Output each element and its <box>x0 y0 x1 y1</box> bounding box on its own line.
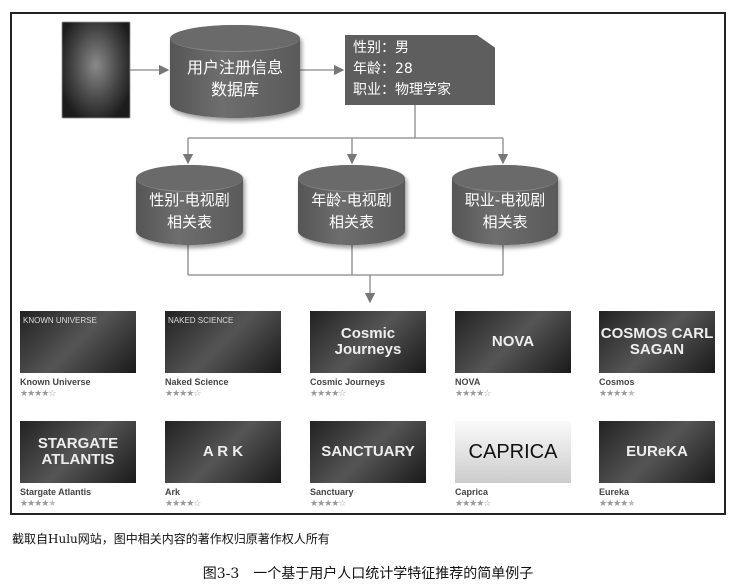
star-half-icon: ★ <box>627 499 635 509</box>
star-empty-icon: ☆ <box>193 389 201 399</box>
star-empty-icon: ☆ <box>48 389 56 399</box>
thumbnail-tag: KNOWN UNIVERSE <box>23 316 97 325</box>
table-label: 职业-电视剧 <box>464 191 546 209</box>
show-thumbnail[interactable]: NOVA <box>455 311 571 373</box>
star-rating: ★★★★☆ <box>20 389 136 399</box>
occupation-show-table: 职业-电视剧 相关表 <box>452 165 558 245</box>
thumbnail-logo: Cosmic Journeys <box>334 325 402 358</box>
show-tile[interactable]: A R K Ark ★★★★☆ <box>165 421 281 509</box>
figure-caption: 图3-3 一个基于用户人口统计学特征推荐的简单例子 <box>202 566 534 582</box>
show-title[interactable]: Eureka <box>599 487 715 497</box>
thumbnail-logo: STARGATE ATLANTIS <box>37 435 119 468</box>
show-tile[interactable]: CAPRICA Caprica ★★★★☆ <box>455 421 571 509</box>
show-title[interactable]: Known Universe <box>20 377 136 387</box>
gender-show-table: 性别-电视剧 相关表 <box>136 165 243 245</box>
show-title[interactable]: NOVA <box>455 377 571 387</box>
thumbnail-logo: SANCTUARY <box>321 443 415 460</box>
table-label: 相关表 <box>166 213 212 231</box>
show-tile[interactable]: SANCTUARY Sanctuary ★★★★☆ <box>310 421 426 509</box>
thumbnail-logo: A R K <box>202 443 244 460</box>
star-rating: ★★★★★ <box>20 499 136 509</box>
show-title[interactable]: Sanctuary <box>310 487 426 497</box>
profile-occupation: 职业：物理学家 <box>353 82 451 98</box>
star-rating: ★★★★☆ <box>310 499 426 509</box>
star-empty-icon: ☆ <box>338 389 346 399</box>
show-thumbnail[interactable]: STARGATE ATLANTIS <box>20 421 136 483</box>
show-tile[interactable]: NOVA NOVA ★★★★☆ <box>455 311 571 399</box>
table-label: 相关表 <box>482 213 528 231</box>
profile-age: 年龄：28 <box>353 61 413 77</box>
show-thumbnail[interactable]: KNOWN UNIVERSE <box>20 311 136 373</box>
source-note: 截取自Hulu网站，图中相关内容的著作权归原著作权人所有 <box>12 532 330 546</box>
show-tile[interactable]: COSMOS CARL SAGAN Cosmos ★★★★★ <box>599 311 715 399</box>
table-label: 年龄-电视剧 <box>311 191 392 209</box>
show-tile[interactable]: KNOWN UNIVERSE Known Universe ★★★★☆ <box>20 311 136 399</box>
show-title[interactable]: Caprica <box>455 487 571 497</box>
profile-gender: 性别：男 <box>353 40 409 56</box>
thumbnail-logo: CAPRICA <box>468 441 558 463</box>
table-label: 相关表 <box>328 213 374 231</box>
show-title[interactable]: Naked Science <box>165 377 281 387</box>
star-empty-icon: ☆ <box>338 499 346 509</box>
user-registration-database: 用户注册信息 数据库 <box>170 25 300 118</box>
show-title[interactable]: Ark <box>165 487 281 497</box>
show-thumbnail[interactable]: COSMOS CARL SAGAN <box>599 311 715 373</box>
show-thumbnail[interactable]: Cosmic Journeys <box>310 311 426 373</box>
star-rating: ★★★★☆ <box>310 389 426 399</box>
show-thumbnail[interactable]: CAPRICA <box>455 421 571 483</box>
thumbnail-logo: COSMOS CARL SAGAN <box>600 325 714 358</box>
show-title[interactable]: Cosmos <box>599 377 715 387</box>
show-tile[interactable]: EUReKA Eureka ★★★★★ <box>599 421 715 509</box>
user-profile-note: 性别：男 年龄：28 职业：物理学家 <box>345 35 495 105</box>
thumbnail-tag: NAKED SCIENCE <box>168 316 234 325</box>
star-rating: ★★★★☆ <box>455 389 571 399</box>
thumbnail-logo: EUReKA <box>626 443 688 460</box>
table-label: 性别-电视剧 <box>149 191 230 209</box>
show-thumbnail[interactable]: SANCTUARY <box>310 421 426 483</box>
star-rating: ★★★★☆ <box>165 499 281 509</box>
star-empty-icon: ☆ <box>193 499 201 509</box>
star-rating: ★★★★☆ <box>165 389 281 399</box>
db-label-line1: 用户注册信息 <box>186 57 283 77</box>
star-rating: ★★★★★ <box>599 389 715 399</box>
show-thumbnail[interactable]: A R K <box>165 421 281 483</box>
star-rating: ★★★★★ <box>599 499 715 509</box>
star-empty-icon: ☆ <box>483 389 491 399</box>
age-show-table: 年龄-电视剧 相关表 <box>298 165 405 245</box>
thumbnail-logo: NOVA <box>491 333 535 350</box>
show-tile[interactable]: STARGATE ATLANTIS Stargate Atlantis ★★★★… <box>20 421 136 509</box>
star-half-icon: ★ <box>627 389 635 399</box>
star-half-icon: ★ <box>48 499 56 509</box>
db-label-line2: 数据库 <box>210 79 259 99</box>
show-title[interactable]: Stargate Atlantis <box>20 487 136 497</box>
star-rating: ★★★★☆ <box>455 499 571 509</box>
show-tile[interactable]: NAKED SCIENCE Naked Science ★★★★☆ <box>165 311 281 399</box>
show-thumbnail[interactable]: NAKED SCIENCE <box>165 311 281 373</box>
show-tile[interactable]: Cosmic Journeys Cosmic Journeys ★★★★☆ <box>310 311 426 399</box>
show-title[interactable]: Cosmic Journeys <box>310 377 426 387</box>
show-thumbnail[interactable]: EUReKA <box>599 421 715 483</box>
star-empty-icon: ☆ <box>483 499 491 509</box>
